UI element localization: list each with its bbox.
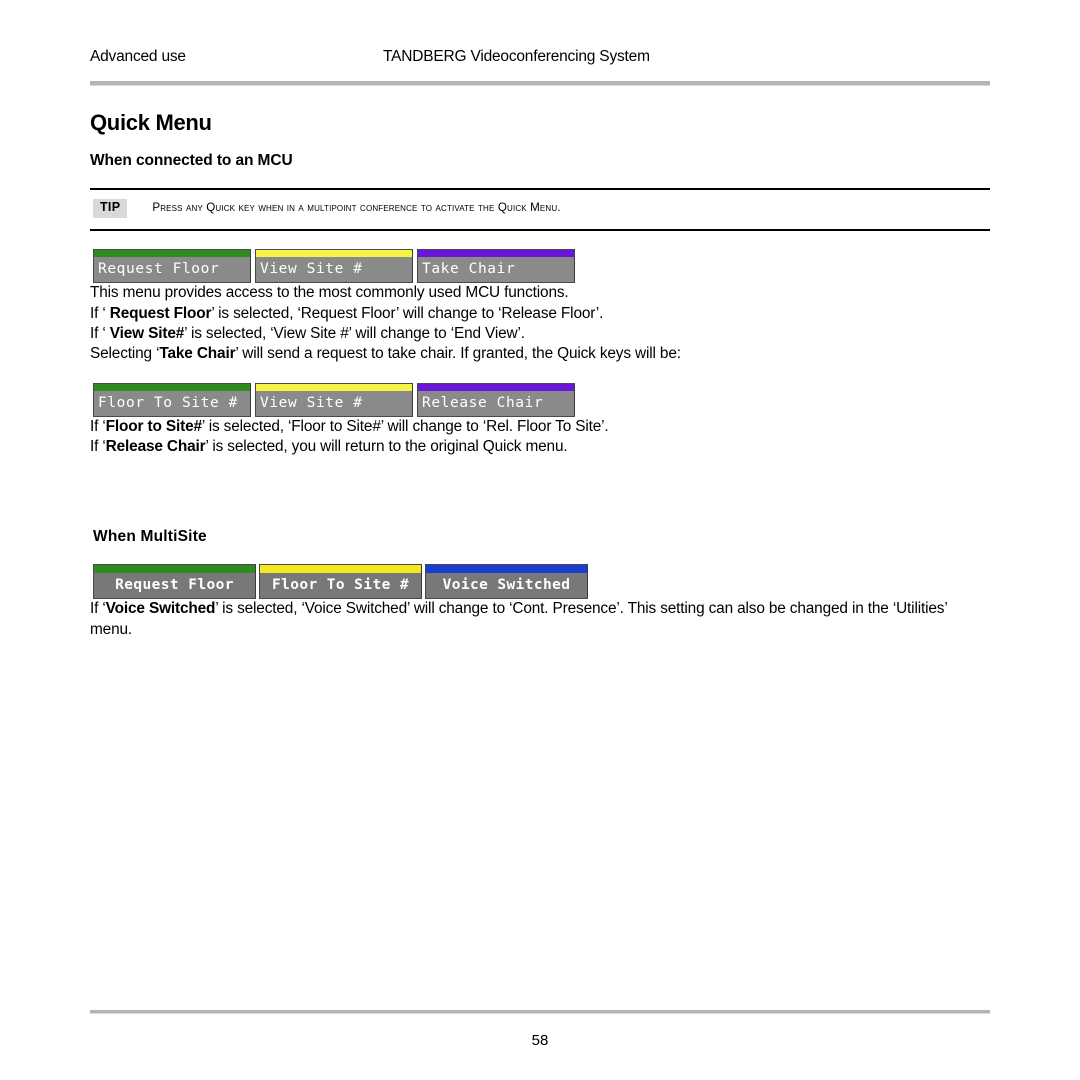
quick-key-label: Request Floor	[94, 256, 250, 283]
paragraph-request-floor: If ‘ Request Floor’ is selected, ‘Reques…	[90, 304, 990, 324]
tip-badge: TIP	[93, 199, 128, 218]
quick-key-accent	[418, 383, 574, 391]
text-emphasis: Take Chair	[159, 345, 236, 363]
text-segment: ’ is selected, ‘Voice Switched’ will cha…	[90, 600, 948, 638]
quick-key-voice-switched[interactable]: Voice Switched	[425, 563, 588, 600]
paragraph-view-site: If ‘ View Site#’ is selected, ‘View Site…	[90, 324, 990, 344]
paragraph-take-chair: Selecting ‘Take Chair’ will send a reque…	[90, 344, 990, 364]
mcu-quick-keys-bar: Request Floor View Site # Take Chair	[93, 248, 990, 284]
quick-key-view-site[interactable]: View Site #	[255, 248, 413, 284]
header-rule	[90, 81, 990, 86]
quick-key-accent	[94, 249, 250, 257]
page-number: 58	[531, 1032, 549, 1049]
text-segment: ’ is selected, ‘View Site #’ will change…	[184, 324, 525, 342]
running-head-center: TANDBERG Videoconferencing System	[383, 48, 650, 65]
quick-key-label: View Site #	[256, 390, 412, 417]
text-segment: If ‘	[90, 418, 106, 436]
text-segment: ’ is selected, ‘Floor to Site#’ will cha…	[201, 418, 609, 436]
text-emphasis: Release Chair	[105, 438, 206, 456]
paragraph-voice-switched: If ‘Voice Switched’ is selected, ‘Voice …	[90, 599, 990, 640]
quick-key-accent	[94, 383, 250, 391]
quick-key-label: Floor To Site #	[94, 390, 250, 417]
quick-key-label: Take Chair	[418, 256, 574, 283]
quick-key-accent	[260, 564, 421, 573]
tip-box: TIP Press any Quick key when in a multip…	[90, 190, 990, 229]
text-segment: If ‘	[90, 324, 110, 342]
text-emphasis: Request Floor	[109, 304, 212, 322]
quick-key-floor-to-site[interactable]: Floor To Site #	[259, 563, 422, 600]
quick-key-label: View Site #	[256, 256, 412, 283]
multisite-heading: When MultiSite	[93, 527, 207, 545]
paragraph-release-chair: If ‘Release Chair’ is selected, you will…	[90, 437, 990, 457]
page-title: Quick Menu	[90, 110, 212, 135]
paragraph-floor-to-site: If ‘Floor to Site#’ is selected, ‘Floor …	[90, 417, 990, 437]
quick-key-label: Floor To Site #	[260, 572, 421, 599]
footer-rule	[90, 1010, 990, 1014]
running-head-left: Advanced use	[90, 48, 186, 65]
quick-key-label: Release Chair	[418, 390, 574, 417]
text-segment: ’ is selected, you will return to the or…	[205, 438, 568, 456]
quick-key-request-floor[interactable]: Request Floor	[93, 563, 256, 600]
tip-text: Press any Quick key when in a multipoint…	[152, 201, 561, 214]
quick-key-release-chair[interactable]: Release Chair	[417, 382, 575, 418]
quick-key-accent	[256, 383, 412, 391]
text-segment: ’ will send a request to take chair. If …	[235, 345, 681, 363]
quick-key-floor-to-site[interactable]: Floor To Site #	[93, 382, 251, 418]
section-subtitle: When connected to an MCU	[90, 152, 293, 169]
quick-key-request-floor[interactable]: Request Floor	[93, 248, 251, 284]
quick-key-accent	[418, 249, 574, 257]
quick-key-label: Voice Switched	[426, 572, 587, 599]
text-segment: ’ is selected, ‘Request Floor’ will chan…	[211, 304, 604, 322]
quick-key-accent	[426, 564, 587, 573]
quick-key-label: Request Floor	[94, 572, 255, 599]
paragraph-intro: This menu provides access to the most co…	[90, 284, 569, 302]
text-segment: If ‘	[90, 304, 110, 322]
multisite-quick-keys-bar: Request Floor Floor To Site # Voice Swit…	[93, 563, 990, 600]
page-content: Advanced use TANDBERG Videoconferencing …	[90, 0, 990, 640]
page-footer: 58	[90, 1010, 990, 1049]
quick-key-take-chair[interactable]: Take Chair	[417, 248, 575, 284]
text-emphasis: View Site#	[109, 324, 185, 342]
text-segment: Selecting ‘	[90, 345, 160, 363]
quick-key-accent	[256, 249, 412, 257]
text-segment: If ‘	[90, 438, 106, 456]
text-emphasis: Voice Switched	[105, 600, 216, 618]
text-segment: If ‘	[90, 600, 106, 618]
running-head: Advanced use TANDBERG Videoconferencing …	[90, 48, 990, 78]
document-page: Advanced use TANDBERG Videoconferencing …	[0, 0, 1080, 1080]
tip-rule-bottom	[90, 228, 990, 231]
quick-key-accent	[94, 564, 255, 573]
chair-quick-keys-bar: Floor To Site # View Site # Release Chai…	[93, 382, 990, 418]
text-emphasis: Floor to Site#	[105, 418, 202, 436]
quick-key-view-site[interactable]: View Site #	[255, 382, 413, 418]
